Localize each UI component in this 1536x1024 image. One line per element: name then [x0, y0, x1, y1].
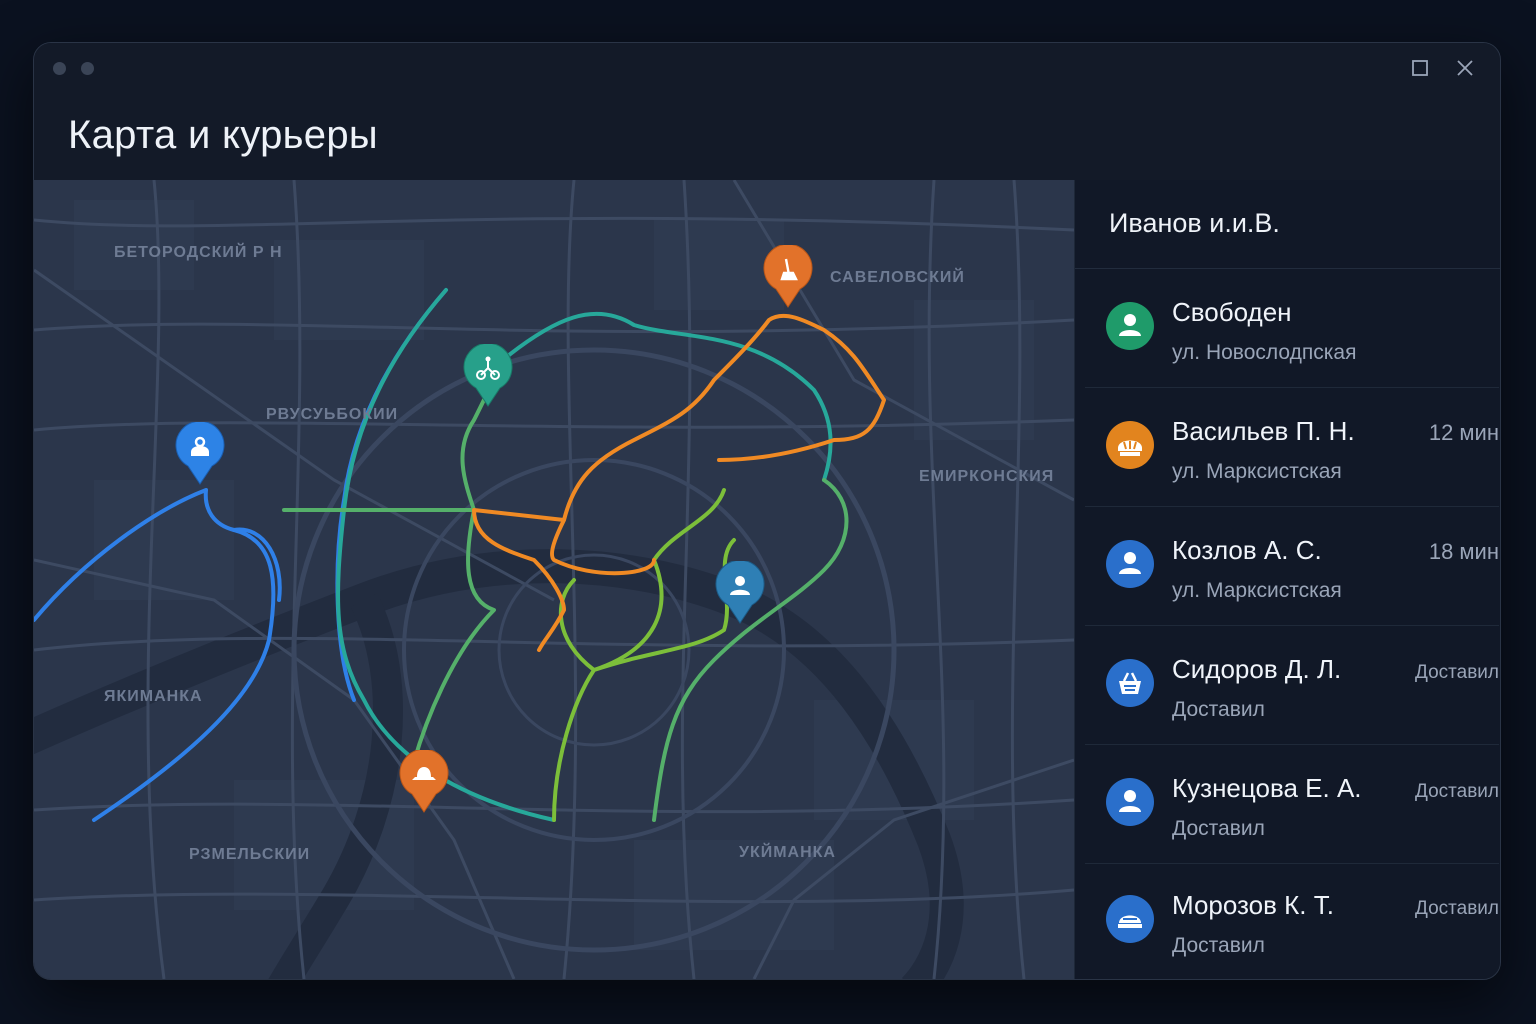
courier-name: Сидоров Д. Л. [1172, 654, 1342, 684]
courier-address: ул. Марксистская [1172, 579, 1342, 602]
courier-item[interactable]: Козлов А. С. ул. Марксистская 18 мин [1085, 507, 1499, 626]
person-icon [1119, 552, 1141, 574]
courier-address: Доставил [1172, 698, 1265, 721]
courier-name: Васильев П. Н. [1172, 416, 1355, 446]
courier-address: ул. Новослодпская [1172, 341, 1357, 364]
hat-icon [399, 750, 449, 813]
bike-icon [463, 344, 513, 407]
courier-item[interactable]: Сидоров Д. Л. Доставил Доставил [1085, 626, 1499, 745]
page-title: Карта и курьеры [68, 113, 378, 157]
person-icon [1119, 790, 1141, 812]
courier-status: Доставил [1415, 781, 1499, 802]
avatar [1106, 302, 1154, 350]
avatar [1106, 540, 1154, 588]
person-icon [1119, 314, 1141, 336]
district-label: ЕМИРКОНСКИЯ [919, 468, 1055, 485]
maximize-button[interactable] [1407, 55, 1433, 81]
courier-eta: 12 мин [1428, 420, 1499, 445]
person-icon [715, 561, 765, 624]
district-label: САВЕЛОВСКИЙ [830, 269, 965, 286]
courier-status: Доставил [1415, 662, 1499, 683]
courier-marker[interactable] [398, 750, 450, 814]
courier-name: Морозов К. Т. [1172, 890, 1334, 920]
courier-marker[interactable] [714, 561, 766, 625]
courier-name: Козлов А. С. [1172, 535, 1322, 565]
bread-icon [1118, 440, 1142, 456]
courier-item[interactable]: Морозов К. Т. Доставил Доставил [1085, 862, 1499, 979]
app-window: Карта и курьеры БЕТОРОДСКИЙ Р Н САВЕЛОВС… [33, 42, 1501, 980]
person-icon [175, 422, 225, 485]
courier-item[interactable]: Кузнецова Е. А. Доставил Доставил [1085, 745, 1499, 864]
district-label: РВУСУЬБОКИИ [266, 406, 399, 423]
courier-item[interactable]: Васильев П. Н. ул. Марксистская 12 мин [1085, 388, 1499, 507]
cap-icon [1118, 915, 1142, 928]
panel-title: Иванов и.и.В. [1109, 208, 1280, 238]
basket-icon [1119, 672, 1141, 694]
window-dot[interactable] [53, 62, 66, 75]
courier-eta: 18 мин [1428, 539, 1499, 564]
courier-address: Доставил [1172, 934, 1265, 957]
broom-icon [763, 245, 813, 308]
map-view[interactable]: БЕТОРОДСКИЙ Р Н САВЕЛОВСКИЙ РВУСУЬБОКИИ … [34, 180, 1074, 979]
courier-name: Кузнецова Е. А. [1172, 773, 1362, 803]
square-icon [1412, 60, 1428, 76]
avatar [1106, 421, 1154, 469]
page-header: Карта и курьеры [34, 93, 1500, 181]
close-button[interactable] [1452, 55, 1478, 81]
route-green-2 [552, 488, 736, 822]
panel-header: Иванов и.и.В. [1075, 180, 1500, 269]
courier-address: Доставил [1172, 817, 1265, 840]
courier-marker[interactable] [762, 245, 814, 309]
district-label: РЗМЕЛЬСКИИ [189, 846, 311, 863]
district-label: БЕТОРОДСКИЙ Р Н [114, 244, 283, 261]
courier-status: Доставил [1415, 898, 1499, 919]
courier-marker[interactable] [174, 422, 226, 486]
title-bar [34, 43, 1500, 94]
route-orange [472, 313, 886, 652]
close-icon [1457, 60, 1473, 76]
avatar [1106, 659, 1154, 707]
avatar [1106, 895, 1154, 943]
couriers-panel: Иванов и.и.В. Свободен ул. Новослодпская [1074, 180, 1500, 979]
courier-name: Свободен [1172, 297, 1292, 327]
avatar [1106, 778, 1154, 826]
courier-marker[interactable] [462, 344, 514, 408]
district-label: УКЙМАНКА [739, 844, 836, 861]
courier-item[interactable]: Свободен ул. Новослодпская [1085, 269, 1499, 388]
window-dot[interactable] [81, 62, 94, 75]
district-label: ЯКИМАНКА [104, 688, 203, 705]
courier-address: ул. Марксистская [1172, 460, 1342, 483]
